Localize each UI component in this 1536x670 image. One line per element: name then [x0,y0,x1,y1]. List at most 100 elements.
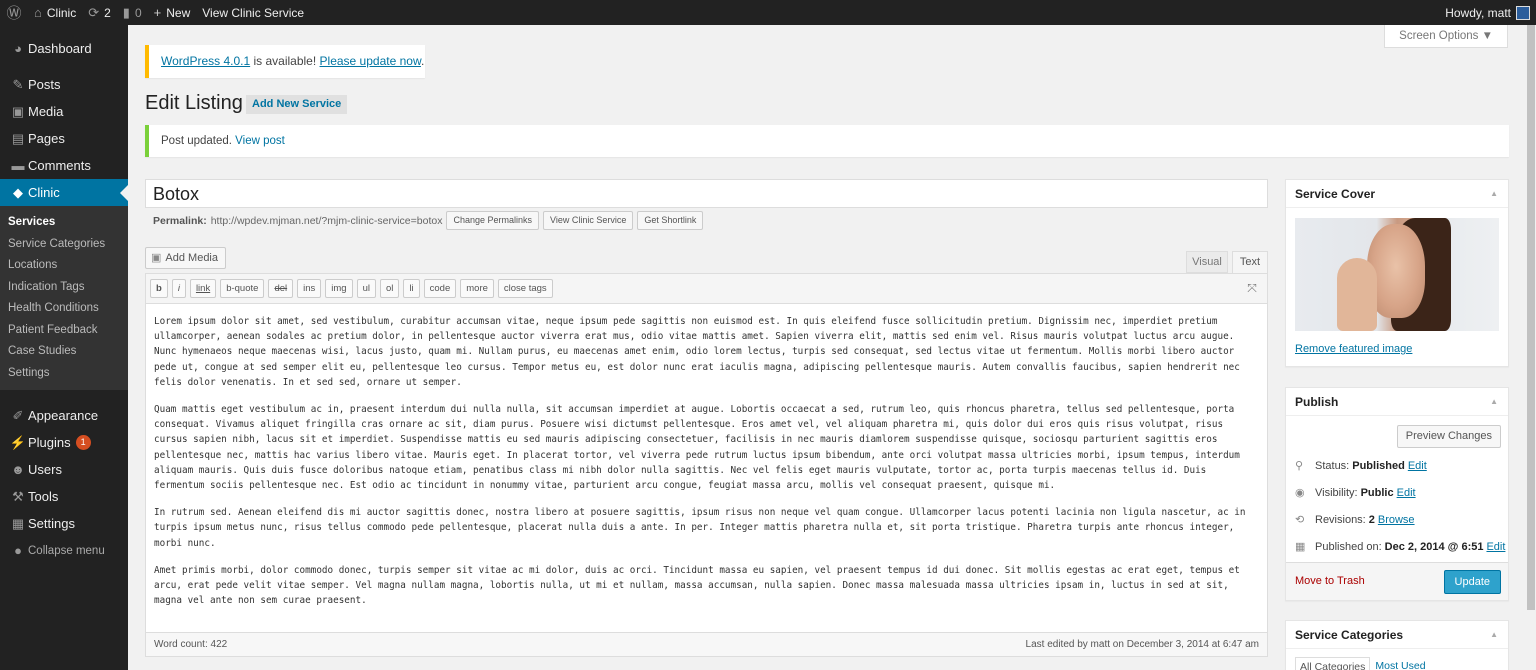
page-scrollbar[interactable] [1526,25,1536,670]
menu-tools[interactable]: ⚒ Tools [0,483,128,510]
tab-most-used[interactable]: Most Used [1370,657,1430,670]
qt-li-button[interactable]: li [403,279,420,298]
menu-posts[interactable]: ✎ Posts [0,71,128,98]
submenu-indication-tags[interactable]: Indication Tags [0,277,128,299]
browse-revisions-link[interactable]: Browse [1378,514,1415,526]
edit-date-link[interactable]: Edit [1486,541,1505,553]
eye-icon: ◉ [1295,487,1305,499]
view-clinic-service-button[interactable]: View Clinic Service [543,211,634,230]
toggle-arrow-icon[interactable]: ▲ [1490,388,1498,416]
remove-featured-image-link[interactable]: Remove featured image [1286,331,1508,363]
wordpress-version-link[interactable]: WordPress 4.0.1 [161,54,250,68]
media-icon: ▣ [11,103,25,119]
qt-img-button[interactable]: img [325,279,353,298]
media-icon: ▣ [151,252,162,264]
comments-link[interactable]: ▮ 0 [117,0,148,25]
change-permalinks-button[interactable]: Change Permalinks [446,211,540,230]
tab-all-categories[interactable]: All Categories [1295,657,1371,670]
menu-plugins[interactable]: ⚡ Plugins 1 [0,429,128,456]
my-account[interactable]: Howdy, matt [1439,0,1536,25]
new-content-link[interactable]: + New [148,0,197,25]
add-media-button[interactable]: ▣ Add Media [145,247,226,269]
history-icon: ⟲ [1295,514,1305,526]
plus-icon: + [153,5,162,20]
update-button[interactable]: Update [1443,570,1501,594]
view-post-link[interactable]: View post [235,135,285,147]
published-on-row: ▦ Published on: Dec 2, 2014 @ 6:51 Edit [1295,540,1506,554]
submenu-case-studies[interactable]: Case Studies [0,341,128,363]
permalink-url[interactable]: http://wpdev.mjman.net/?mjm-clinic-servi… [211,215,443,227]
dashboard-icon: ◕ [14,41,22,56]
view-service-link[interactable]: View Clinic Service [196,0,310,25]
wordpress-icon[interactable]: Ⓦ [0,0,28,25]
toggle-arrow-icon[interactable]: ▲ [1490,180,1498,208]
qt-bquote-button[interactable]: b-quote [220,279,265,298]
clinic-submenu: Services Service Categories Locations In… [0,206,128,390]
menu-comments[interactable]: ▬ Comments [0,152,128,179]
service-cover-heading[interactable]: Service Cover ▲ [1286,180,1508,208]
submenu-settings[interactable]: Settings [0,363,128,385]
users-icon: ☻ [11,462,25,477]
menu-dashboard[interactable]: ◕ Dashboard [0,35,128,62]
menu-clinic[interactable]: ◆ Clinic [0,179,128,206]
toggle-arrow-icon[interactable]: ▲ [1490,621,1498,649]
calendar-icon: ▦ [1295,541,1306,553]
update-now-link[interactable]: Please update now [320,54,421,68]
preview-changes-button[interactable]: Preview Changes [1396,425,1501,448]
post-title-input[interactable]: Botox [145,179,1268,208]
plugins-icon: ⚡ [9,434,27,450]
submenu-patient-feedback[interactable]: Patient Feedback [0,320,128,342]
content-textarea[interactable]: Lorem ipsum dolor sit amet, sed vestibul… [146,304,1267,627]
tab-text[interactable]: Text [1232,251,1268,273]
category-tabs: All Categories Most Used [1286,649,1508,670]
menu-pages[interactable]: ▤ Pages [0,125,128,152]
get-shortlink-button[interactable]: Get Shortlink [637,211,704,230]
service-categories-box: Service Categories ▲ All Categories Most … [1285,620,1509,670]
qt-more-button[interactable]: more [460,279,494,298]
visibility-row: ◉ Visibility: Public Edit [1295,486,1416,500]
collapse-menu[interactable]: ● Collapse menu [0,537,128,564]
plugins-update-badge: 1 [75,435,91,450]
qt-ul-button[interactable]: ul [356,279,376,298]
fullscreen-icon[interactable]: ⤧ [1245,281,1259,295]
menu-users[interactable]: ☻ Users [0,456,128,483]
updates-link[interactable]: ⟳ 2 [82,0,117,25]
qt-italic-button[interactable]: i [171,279,186,298]
qt-link-button[interactable]: link [189,279,217,298]
service-categories-heading[interactable]: Service Categories ▲ [1286,621,1508,649]
submenu-health-conditions[interactable]: Health Conditions [0,298,128,320]
qt-del-button[interactable]: del [268,279,294,298]
move-to-trash-link[interactable]: Move to Trash [1295,575,1365,587]
screen-options-button[interactable]: Screen Options ▼ [1384,25,1508,48]
featured-image[interactable] [1295,218,1499,331]
editor-status-bar: Word count: 422 Last edited by matt on D… [146,632,1267,656]
menu-appearance[interactable]: ✐ Appearance [0,402,128,429]
publish-heading[interactable]: Publish ▲ [1286,388,1508,416]
menu-settings[interactable]: ▦ Settings [0,510,128,537]
edit-status-link[interactable]: Edit [1408,460,1427,472]
qt-close-tags-button[interactable]: close tags [497,279,553,298]
qt-ins-button[interactable]: ins [297,279,322,298]
status-row: ⚲ Status: Published Edit [1295,459,1427,473]
publish-box: Publish ▲ Preview Changes ⚲ Status: Publish… [1285,387,1509,601]
qt-ol-button[interactable]: ol [380,279,400,298]
add-new-service-button[interactable]: Add New Service [246,95,348,114]
menu-media[interactable]: ▣ Media [0,98,128,125]
page-title: Edit Listing [145,92,243,114]
site-name-link[interactable]: ⌂ Clinic [28,0,82,25]
submenu-services[interactable]: Services [0,212,128,234]
submenu-service-categories[interactable]: Service Categories [0,234,128,256]
qt-bold-button[interactable]: b [150,279,168,298]
submenu-locations[interactable]: Locations [0,255,128,277]
scrollbar-thumb[interactable] [1527,25,1535,610]
updates-icon: ⟳ [88,4,100,20]
paragraph: In rutrum sed. Aenean eleifend dis mi au… [154,507,1246,549]
tools-icon: ⚒ [12,488,24,504]
tab-visual[interactable]: Visual [1186,251,1228,273]
edit-visibility-link[interactable]: Edit [1397,487,1416,499]
pin-icon: ✎ [12,76,24,92]
service-cover-box: Service Cover ▲ Remove featured image [1285,179,1509,367]
qt-code-button[interactable]: code [423,279,457,298]
home-icon: ⌂ [34,5,42,20]
word-count: Word count: 422 [154,639,228,650]
